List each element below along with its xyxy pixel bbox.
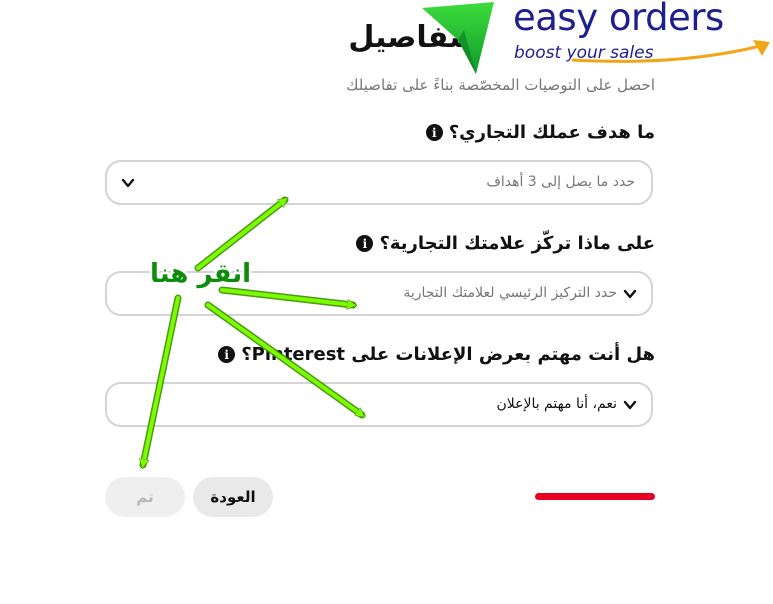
select-placeholder: حدد التركيز الرئيسي لعلامتك التجارية — [403, 285, 617, 301]
select-placeholder: حدد ما يصل إلى 3 أهداف — [486, 174, 635, 190]
question-label: ما هدف عملك التجاري؟ — [448, 122, 655, 143]
question-business-goal: ما هدف عملك التجاري؟ i — [425, 122, 655, 143]
info-icon[interactable]: i — [218, 346, 236, 363]
chevron-down-icon — [121, 178, 135, 188]
arrow-to-goal-select — [196, 200, 285, 270]
logo-brand-text: easy orders — [513, 0, 724, 39]
ads-interest-select[interactable]: نعم، أنا مهتم بالإعلان — [105, 382, 653, 427]
logo-tagline: boost your sales — [514, 43, 654, 63]
business-goal-select[interactable]: حدد ما يصل إلى 3 أهداف — [105, 160, 653, 205]
logo-triangle-icon — [422, 2, 494, 74]
click-here-annotation: انقر هنا — [150, 259, 252, 289]
question-ads-interest: هل أنت مهتم بعرض الإعلانات على Pinterest… — [218, 344, 655, 365]
select-value: نعم، أنا مهتم بالإعلان — [496, 396, 617, 412]
question-label: هل أنت مهتم بعرض الإعلانات على Pinterest… — [241, 344, 655, 365]
info-icon[interactable]: i — [356, 235, 374, 252]
info-icon[interactable]: i — [425, 124, 443, 141]
question-brand-focus: على ماذا تركّز علامتك التجارية؟ i — [356, 233, 655, 254]
question-label: على ماذا تركّز علامتك التجارية؟ — [379, 233, 655, 254]
chevron-down-icon — [623, 289, 637, 299]
progress-bar — [535, 493, 655, 500]
chevron-down-icon — [623, 400, 637, 410]
done-button[interactable]: تم — [105, 477, 185, 517]
brand-logo: easy orders boost your sales — [420, 0, 773, 80]
back-button[interactable]: العودة — [193, 477, 273, 517]
